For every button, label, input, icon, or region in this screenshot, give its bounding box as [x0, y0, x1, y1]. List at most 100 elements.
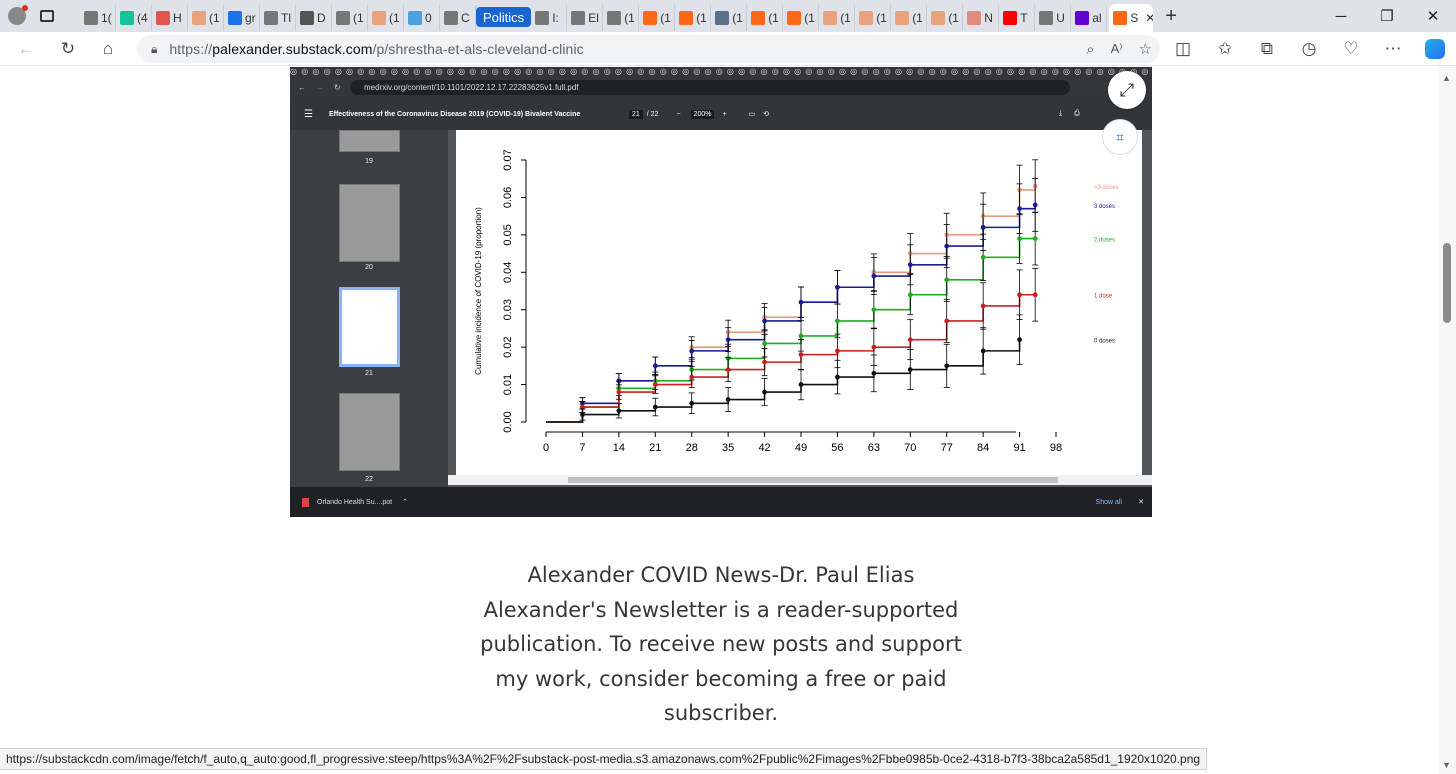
page-icon: [444, 11, 458, 25]
new-tab-button[interactable]: +: [1165, 5, 1177, 28]
data-point: [980, 303, 986, 309]
scroll-thumb[interactable]: [1443, 243, 1451, 323]
caption-line: my work, consider becoming a free or pai…: [495, 666, 947, 691]
back-button[interactable]: ←: [6, 32, 46, 66]
tab-strip: 1((4 H (1 gr Tl D (1 (1 0 C Politics I: El (1 (1 (1 (1 (1…: [0, 0, 1456, 32]
tab-actions-icon[interactable]: [40, 10, 54, 22]
tab-b4[interactable]: (1: [675, 5, 712, 31]
caption-line: Alexander's Newsletter is a reader-suppo…: [483, 597, 959, 622]
tab-b12[interactable]: N: [963, 5, 1000, 31]
performance-icon[interactable]: ♡: [1330, 32, 1372, 66]
data-point: [616, 389, 622, 395]
show-all-link: Show all: [1095, 498, 1122, 506]
series-line: [546, 293, 1036, 423]
data-point: [835, 348, 840, 354]
letter-icon: [967, 11, 982, 25]
address-actions: ⌕ A⁾ ☆: [1086, 35, 1152, 63]
tab-label: 1(: [101, 11, 112, 25]
window-controls: ─ ❐ ✕: [1318, 0, 1456, 32]
tab-list: 1((4 H (1 gr Tl D (1 (1 0 C Politics I: El (1 (1 (1 (1 (1…: [80, 0, 1108, 32]
page-scrollbar[interactable]: ▲ ▼: [1438, 67, 1456, 774]
x-tick-label: 7: [579, 442, 585, 454]
article-image[interactable]: ◎ ◎ ◎ ◎ ◎ ◎ ◎ ◎ ◎ ◎ ◎ ◎ ◎ ◎ ◎ ◎ ◎ ◎ ◎ ◎ …: [290, 67, 1152, 517]
data-point: [1032, 236, 1038, 241]
tab-b9[interactable]: (1: [855, 5, 892, 31]
close-window-button[interactable]: ✕: [1410, 0, 1456, 32]
tab-label: D: [317, 11, 326, 25]
incidence-chart: 0.00 0.01 0.02 0.03 0.04 0.05 0.06 0.07 0 7 14 21 28…: [474, 149, 1119, 454]
tab-label: (1: [840, 11, 851, 25]
lock-icon[interactable]: 🔒︎: [151, 42, 157, 57]
embedded-download-bar: Orlando Health Su....pot ⌃ Show all ✕: [290, 487, 1152, 517]
tab-a0[interactable]: 1(: [80, 5, 116, 31]
tab-group-politics[interactable]: Politics: [476, 7, 532, 27]
substack-icon: [643, 11, 658, 25]
tab-label: (1: [696, 11, 707, 25]
tab-a7[interactable]: (1: [332, 5, 368, 31]
tab-b11[interactable]: (1: [927, 5, 964, 31]
history-icon[interactable]: ◷: [1288, 32, 1330, 66]
tab-a1[interactable]: (4: [116, 5, 152, 31]
thumbnail-page: [339, 393, 400, 471]
tab-b2[interactable]: (1: [603, 5, 640, 31]
tab-b0[interactable]: I:: [531, 5, 568, 31]
zoom-icon[interactable]: ⌕: [1086, 41, 1094, 58]
scroll-up-icon[interactable]: ▲: [1442, 73, 1451, 83]
tab-a3[interactable]: (1: [188, 5, 224, 31]
tab-label: N: [984, 11, 993, 25]
bookmark-icon: [300, 11, 314, 25]
tab-b3[interactable]: (1: [639, 5, 676, 31]
tab-label: Tl: [281, 11, 291, 25]
data-point: [689, 348, 695, 354]
tab-a2[interactable]: H: [152, 5, 188, 31]
favorite-star-icon[interactable]: ☆: [1139, 40, 1152, 58]
tab-label: (1: [660, 11, 671, 25]
refresh-button[interactable]: ↻: [48, 32, 88, 66]
split-screen-icon[interactable]: ◫: [1162, 32, 1204, 66]
tab-a8[interactable]: (1: [368, 5, 404, 31]
substack-icon: [787, 11, 802, 25]
visual-search-button[interactable]: ⌗: [1102, 119, 1138, 155]
tab-b5[interactable]: (1: [711, 5, 748, 31]
tab-a10[interactable]: C: [440, 5, 476, 31]
tab-close-icon[interactable]: ✕: [1145, 11, 1153, 25]
tab-a6[interactable]: D: [296, 5, 332, 31]
home-button[interactable]: ⌂: [88, 32, 128, 66]
read-aloud-icon[interactable]: A⁾: [1111, 41, 1123, 57]
collections-icon[interactable]: ⧉: [1246, 32, 1288, 66]
scroll-down-icon[interactable]: ▼: [1442, 760, 1451, 770]
tab-b10[interactable]: (1: [891, 5, 928, 31]
thumbnail-number: 21: [365, 370, 373, 377]
data-point: [652, 404, 658, 410]
profile-icon[interactable]: [8, 5, 28, 25]
tab-b14[interactable]: U: [1035, 5, 1072, 31]
data-point: [798, 299, 804, 305]
data-point: [762, 389, 767, 395]
restore-button[interactable]: ❐: [1364, 0, 1410, 32]
favorites-icon[interactable]: ✩: [1204, 32, 1246, 66]
tab-b13[interactable]: T: [999, 5, 1036, 31]
legend-label: 2 doses: [1094, 238, 1115, 244]
expand-image-button[interactable]: ⤢: [1108, 71, 1146, 109]
y-tick-label: 0.01: [502, 374, 514, 395]
data-point: [725, 367, 731, 372]
tab-b7[interactable]: (1: [783, 5, 820, 31]
data-point: [907, 367, 913, 372]
tab-b6[interactable]: (1: [747, 5, 784, 31]
tab-label: (1: [912, 11, 923, 25]
tab-label: (1: [732, 11, 743, 25]
tab-active[interactable]: S ✕: [1109, 4, 1154, 32]
y-tick-label: 0.00: [502, 411, 514, 432]
data-point: [762, 359, 767, 365]
address-url[interactable]: https://palexander.substack.com/p/shrest…: [169, 41, 583, 57]
tab-a5[interactable]: Tl: [260, 5, 296, 31]
more-menu-icon[interactable]: ⋯: [1372, 32, 1414, 66]
tab-b1[interactable]: El: [567, 5, 604, 31]
tab-a9[interactable]: 0: [404, 5, 440, 31]
copilot-icon[interactable]: [1414, 32, 1456, 66]
tab-a4[interactable]: gr: [224, 5, 260, 31]
minimize-button[interactable]: ─: [1318, 0, 1364, 32]
address-bar[interactable]: 🔒︎ https://palexander.substack.com/p/shr…: [137, 35, 1160, 63]
tab-b15[interactable]: al: [1071, 5, 1108, 31]
tab-b8[interactable]: (1: [819, 5, 856, 31]
